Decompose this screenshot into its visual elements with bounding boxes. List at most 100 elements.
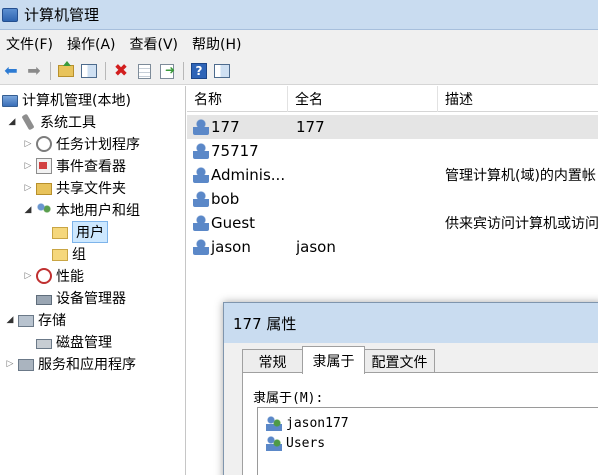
folder-up-icon	[58, 61, 74, 77]
user-icon	[193, 239, 209, 255]
clock-icon	[36, 136, 52, 152]
forward-arrow-icon: ➡	[27, 61, 41, 80]
list-item[interactable]: Guest 供来宾访问计算机或访问	[187, 211, 598, 235]
expand-arrow-icon[interactable]: ▷	[22, 139, 34, 149]
menu-bar: 文件(F) 操作(A) 查看(V) 帮助(H)	[0, 30, 598, 58]
forward-button[interactable]: ➡	[23, 60, 45, 82]
expand-arrow-icon[interactable]: ▷	[22, 161, 34, 171]
tree-item-task-scheduler[interactable]: ▷ 任务计划程序	[22, 133, 140, 155]
shared-folder-icon	[36, 183, 52, 195]
tree-item-disk-management[interactable]: 磁盘管理	[36, 331, 112, 353]
delete-button[interactable]: ✖	[110, 60, 132, 82]
tree-item-storage[interactable]: ◢ 存储	[4, 309, 66, 331]
member-of-list[interactable]: jason177 Users	[257, 407, 598, 475]
help-button[interactable]: ?	[188, 60, 210, 82]
collapse-arrow-icon[interactable]: ◢	[4, 315, 16, 325]
tree-item-label: 共享文件夹	[56, 181, 126, 197]
show-hide-action-pane-icon	[214, 64, 230, 78]
collapse-arrow-icon[interactable]: ◢	[6, 117, 18, 127]
menu-help[interactable]: 帮助(H)	[186, 34, 249, 54]
user-name: jason	[211, 238, 251, 256]
toolbar: ⬅ ➡ ✖ ?	[0, 58, 598, 85]
window-title: 计算机管理	[24, 6, 100, 24]
show-hide-tree-button[interactable]	[78, 60, 100, 82]
list-item[interactable]: bob	[187, 187, 598, 211]
user-fullname: 177	[296, 118, 325, 136]
tree-item-users[interactable]: 用户	[52, 221, 108, 243]
delete-icon: ✖	[113, 61, 129, 81]
expand-arrow-icon[interactable]: ▷	[22, 183, 34, 193]
tab-member-of[interactable]: 隶属于	[302, 346, 365, 374]
user-icon	[193, 191, 209, 207]
tree-item-local-users-groups[interactable]: ◢ 本地用户和组	[22, 199, 140, 221]
properties-button[interactable]	[133, 60, 155, 82]
show-hide-tree-icon	[81, 64, 97, 78]
tree-item-label: 组	[72, 247, 86, 263]
list-item[interactable]: 75717	[187, 139, 598, 163]
dialog-title-bar[interactable]: 177 属性	[224, 303, 598, 343]
tree-item-root[interactable]: 计算机管理(本地)	[2, 89, 131, 111]
back-arrow-icon: ⬅	[4, 61, 18, 80]
list-item[interactable]: Users	[266, 433, 325, 453]
user-description: 供来宾访问计算机或访问	[445, 216, 598, 232]
show-hide-action-pane-button[interactable]	[211, 60, 233, 82]
list-item[interactable]: jason jason	[187, 235, 598, 259]
tab-profile[interactable]: 配置文件	[364, 349, 435, 373]
user-name: bob	[211, 190, 240, 208]
tree-item-performance[interactable]: ▷ 性能	[22, 265, 84, 287]
folder-icon	[52, 227, 68, 239]
users-group-icon	[36, 202, 52, 218]
column-header-name[interactable]: 名称	[187, 86, 288, 112]
tree-item-label: 服务和应用程序	[38, 357, 136, 373]
tree-item-device-manager[interactable]: 设备管理器	[36, 287, 126, 309]
disabled-user-icon	[193, 215, 209, 231]
list-item[interactable]: Adminis... 管理计算机(域)的内置帐	[187, 163, 598, 187]
column-header-description[interactable]: 描述	[438, 86, 598, 112]
export-list-icon	[160, 63, 175, 79]
group-name: Users	[286, 435, 326, 451]
services-icon	[18, 359, 34, 371]
tree-item-label: 系统工具	[40, 115, 96, 131]
tab-general[interactable]: 常规	[242, 349, 303, 373]
properties-dialog: 177 属性 常规 隶属于 配置文件 隶属于(M): jason177 User…	[223, 302, 598, 475]
user-name: Adminis...	[211, 166, 286, 184]
tree-item-shared-folders[interactable]: ▷ 共享文件夹	[22, 177, 126, 199]
tree-item-services-apps[interactable]: ▷ 服务和应用程序	[4, 353, 136, 375]
expand-arrow-icon[interactable]: ▷	[4, 359, 16, 369]
tree-item-label: 事件查看器	[56, 159, 126, 175]
menu-action[interactable]: 操作(A)	[61, 34, 124, 54]
group-icon	[266, 435, 282, 451]
performance-icon	[36, 268, 52, 284]
user-fullname: jason	[296, 238, 336, 256]
export-list-button[interactable]	[156, 60, 178, 82]
menu-file[interactable]: 文件(F)	[0, 34, 61, 54]
user-name: Guest	[211, 214, 256, 232]
user-icon	[193, 143, 209, 159]
menu-view[interactable]: 查看(V)	[124, 34, 187, 54]
list-item[interactable]: jason177	[266, 413, 349, 433]
tree-item-label: 设备管理器	[56, 291, 126, 307]
up-one-level-button[interactable]	[55, 60, 77, 82]
list-item[interactable]: 177 177	[187, 115, 598, 139]
tree-item-label: 任务计划程序	[56, 137, 140, 153]
tree-item-label: 用户	[72, 221, 108, 243]
tree-item-system-tools[interactable]: ◢ 系统工具	[6, 111, 96, 133]
group-name: jason177	[286, 415, 349, 431]
device-manager-icon	[36, 294, 52, 305]
disk-management-icon	[36, 338, 52, 349]
tools-icon	[21, 113, 35, 131]
toolbar-separator	[105, 62, 106, 80]
toolbar-separator	[183, 62, 184, 80]
properties-icon	[137, 63, 151, 79]
list-header: 名称 全名 描述	[187, 86, 598, 112]
back-button[interactable]: ⬅	[0, 60, 22, 82]
collapse-arrow-icon[interactable]: ◢	[22, 205, 34, 215]
expand-arrow-icon[interactable]: ▷	[22, 271, 34, 281]
help-icon: ?	[191, 63, 207, 79]
user-icon	[193, 119, 209, 135]
computer-icon	[2, 95, 18, 107]
tree-item-event-viewer[interactable]: ▷ 事件查看器	[22, 155, 126, 177]
member-of-label: 隶属于(M):	[253, 391, 324, 406]
tree-item-groups[interactable]: 组	[52, 243, 86, 265]
column-header-fullname[interactable]: 全名	[288, 86, 438, 112]
